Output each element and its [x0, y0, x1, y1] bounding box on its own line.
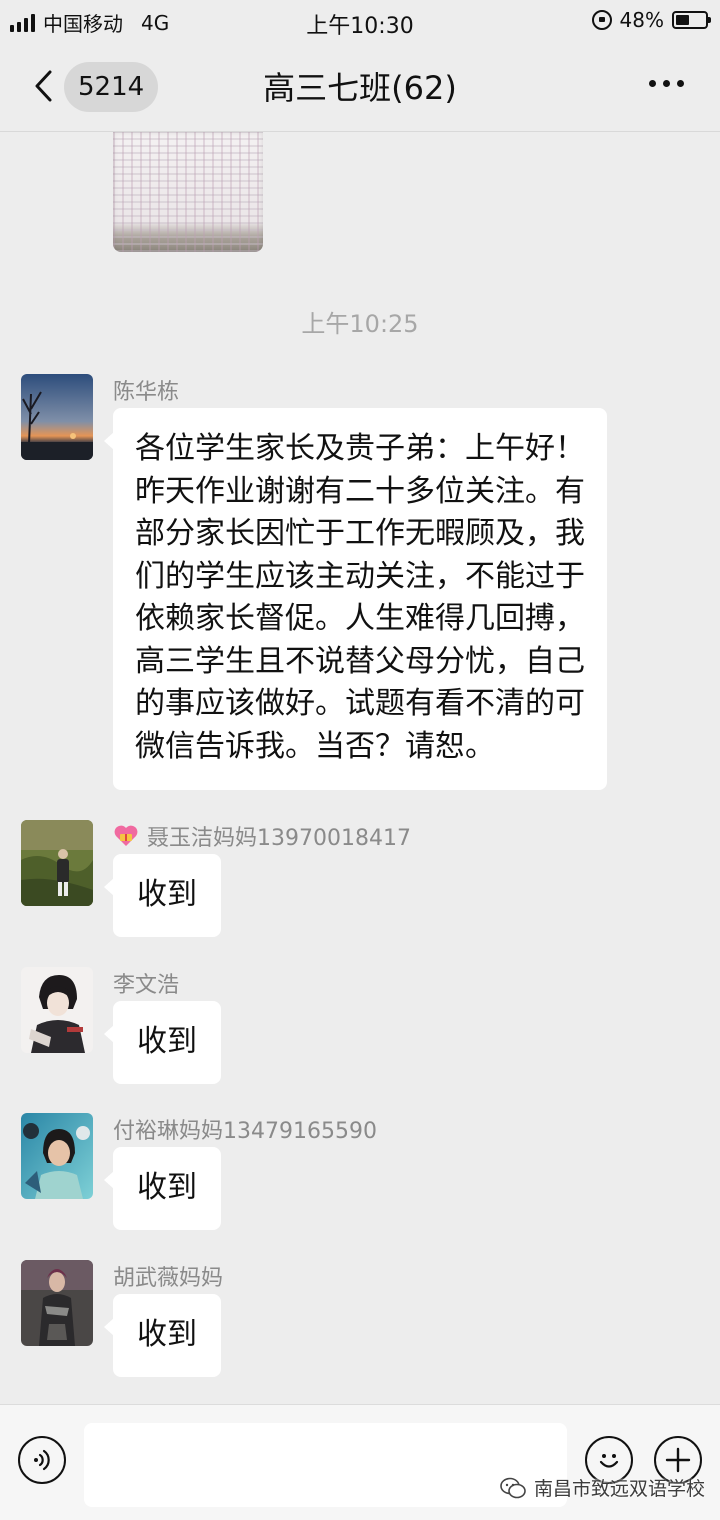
avatar[interactable] — [21, 1113, 93, 1199]
sender-name: 李文浩 — [113, 973, 180, 998]
voice-icon — [34, 1449, 50, 1471]
rotation-lock-icon — [591, 10, 612, 30]
avatar[interactable] — [21, 967, 93, 1053]
message-line: 昨天作业谢谢有二十多位关注。有 — [135, 473, 585, 509]
heart-badge-icon — [113, 824, 139, 848]
sender-name: 陈华栋 — [113, 380, 180, 405]
sender-name-text: 聂玉洁妈妈13970018417 — [147, 826, 411, 851]
voice-button[interactable] — [18, 1436, 66, 1484]
message-line: 高三学生且不说替父母分忧，自己 — [135, 643, 585, 679]
wechat-logo-icon — [500, 1477, 526, 1498]
battery-level — [676, 15, 690, 25]
status-right: 48% — [591, 8, 711, 32]
emoji-icon — [599, 1454, 619, 1468]
status-bar: 中国移动 4G 上午10:30 48% — [0, 0, 720, 44]
sender-name: 付裕琳妈妈13479165590 — [113, 1119, 377, 1144]
chat-title: 高三七班(62) — [263, 69, 457, 107]
more-dots-icon — [649, 80, 656, 87]
sender-name: 聂玉洁妈妈13970018417 — [113, 820, 411, 852]
message-bubble[interactable]: 各位学生家长及贵子弟：上午好！ 昨天作业谢谢有二十多位关注。有 部分家长因忙于工… — [104, 408, 607, 790]
avatar[interactable] — [21, 374, 93, 460]
message-list[interactable]: 上午10:25 陈华栋 各位学生家长及贵子弟：上午好！ 昨天作业谢谢有二十多位关… — [0, 132, 720, 1404]
message-bubble[interactable]: 收到 — [104, 1147, 221, 1230]
message-input[interactable] — [84, 1423, 567, 1507]
message-bubble[interactable]: 收到 — [104, 1294, 221, 1377]
watermark-text: 南昌市致远双语学校 — [534, 1478, 706, 1500]
sender-name: 胡武薇妈妈 — [113, 1266, 224, 1291]
message-line: 的事应该做好。试题有看不清的可 — [135, 686, 585, 721]
message-line: 们的学生应该主动关注，不能过于 — [135, 558, 585, 594]
message-bubble[interactable]: 收到 — [104, 1001, 221, 1084]
chat-header: 5214 高三七班(62) — [0, 44, 720, 132]
message-line: 微信告诉我。当否？请恕。 — [135, 728, 495, 764]
message-line: 部分家长因忙于工作无暇顾及，我 — [135, 516, 585, 551]
message-line: 各位学生家长及贵子弟：上午好！ — [135, 431, 585, 466]
battery-percent: 48% — [619, 8, 664, 32]
plus-icon — [665, 1447, 691, 1473]
avatar[interactable] — [21, 820, 93, 906]
image-message-thumbnail[interactable] — [113, 132, 263, 252]
message-timestamp: 上午10:25 — [301, 310, 419, 338]
message-bubble[interactable]: 收到 — [104, 854, 221, 937]
avatar[interactable] — [21, 1260, 93, 1346]
watermark: 南昌市致远双语学校 — [500, 1474, 705, 1501]
battery-icon — [672, 11, 711, 29]
message-line: 依赖家长督促。人生难得几回搏， — [135, 601, 585, 636]
more-button[interactable] — [649, 80, 684, 87]
input-bar — [0, 1404, 720, 1520]
